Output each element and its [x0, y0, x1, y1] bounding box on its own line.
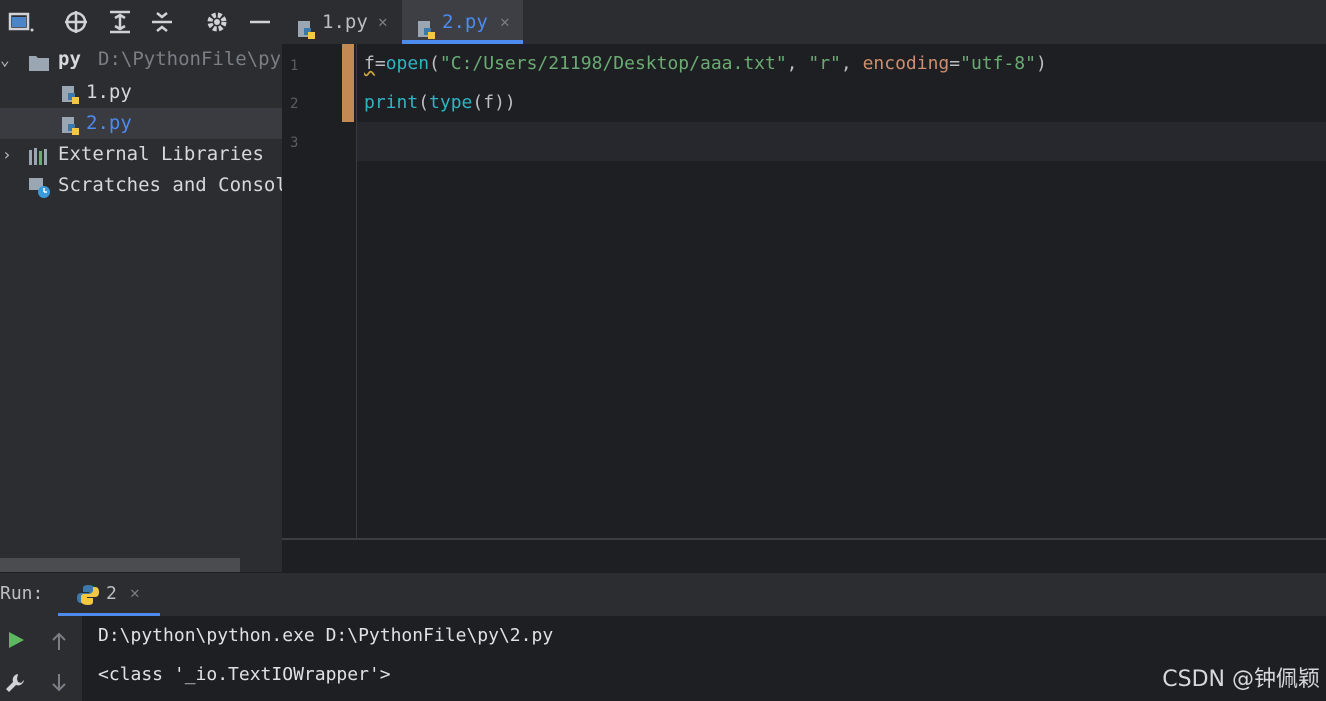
- code-token: f: [364, 53, 375, 74]
- code-token: "C:/Users/21198/Desktop/aaa.txt": [439, 53, 787, 74]
- collapse-all-icon[interactable]: [148, 8, 176, 36]
- tree-item-1py[interactable]: 1.py: [0, 77, 282, 108]
- code-line[interactable]: f=open("C:/Users/21198/Desktop/aaa.txt",…: [364, 53, 1047, 74]
- console-line: <class '_io.TextIOWrapper'>: [98, 664, 391, 685]
- scratches-icon: [28, 177, 50, 198]
- tree-item-label: External Libraries: [58, 143, 264, 165]
- settings-gear-icon[interactable]: [203, 8, 231, 36]
- tab-1py[interactable]: 1.py ✕: [282, 0, 402, 44]
- chevron-right-icon[interactable]: ›: [2, 139, 18, 170]
- vcs-change-marker[interactable]: [342, 44, 354, 122]
- python-file-icon: [60, 84, 80, 104]
- project-tree: ⌄ py D:\PythonFile\py 1.py 2.py › Extern…: [0, 44, 282, 558]
- tree-item-label: Scratches and Consoles: [58, 174, 282, 196]
- run-panel-label: Run:: [0, 583, 44, 604]
- code-token: (: [429, 53, 440, 74]
- python-file-icon: [60, 115, 80, 135]
- run-actions-bar: [0, 616, 38, 701]
- python-icon: [76, 583, 100, 612]
- minimize-icon[interactable]: [246, 8, 274, 36]
- tree-item-label: 2.py: [86, 112, 132, 134]
- python-file-icon: [416, 12, 436, 39]
- code-token: encoding: [862, 53, 950, 74]
- console-line: D:\python\python.exe D:\PythonFile\py\2.…: [98, 625, 554, 646]
- run-scroll-actions: [38, 616, 83, 701]
- close-icon[interactable]: ✕: [500, 0, 510, 44]
- tree-item-label: py: [58, 48, 81, 70]
- run-tab[interactable]: 2 ✕: [58, 573, 160, 617]
- code-token: "utf-8": [960, 53, 1036, 74]
- locate-icon[interactable]: [62, 8, 90, 36]
- watermark: CSDN @钟佩颖: [1162, 667, 1320, 692]
- close-icon[interactable]: ✕: [378, 0, 388, 44]
- arrow-up-icon[interactable]: [49, 630, 69, 657]
- run-panel-header: Run: 2 ✕: [0, 572, 1326, 617]
- code-token: =: [374, 53, 386, 74]
- tab-label: 2.py: [442, 11, 488, 33]
- editor-bottom-area: [282, 538, 1326, 574]
- code-token: ,: [786, 53, 809, 74]
- wrench-icon[interactable]: [4, 672, 26, 699]
- code-token: =: [949, 53, 961, 74]
- project-view-icon[interactable]: [6, 8, 34, 36]
- code-token: (: [418, 92, 430, 113]
- tree-item-2py[interactable]: 2.py: [0, 108, 282, 139]
- code-token: ): [1035, 53, 1047, 74]
- arrow-down-icon[interactable]: [49, 672, 69, 699]
- code-token: ,: [840, 53, 863, 74]
- folder-icon: [28, 51, 49, 71]
- code-token: print: [364, 92, 419, 113]
- current-line-highlight: [356, 122, 1326, 161]
- line-number: 1: [290, 58, 299, 74]
- project-toolbar: [0, 0, 282, 44]
- chevron-down-icon[interactable]: ⌄: [0, 44, 16, 75]
- close-icon[interactable]: ✕: [130, 583, 140, 602]
- code-token: "r": [808, 53, 841, 74]
- code-line[interactable]: print(type(f)): [364, 92, 516, 113]
- code-token: type: [429, 92, 473, 113]
- libraries-icon: [28, 146, 48, 165]
- tree-item-external-libraries[interactable]: › External Libraries: [0, 139, 282, 170]
- run-tab-label: 2: [106, 583, 117, 604]
- tab-2py[interactable]: 2.py ✕: [402, 0, 523, 44]
- code-editor[interactable]: [282, 44, 1326, 538]
- tree-item-label: 1.py: [86, 81, 132, 103]
- expand-all-icon[interactable]: [106, 8, 134, 36]
- tree-horizontal-scrollbar[interactable]: [0, 558, 240, 572]
- code-token: open: [385, 53, 430, 74]
- tree-item-scratches[interactable]: Scratches and Consoles: [0, 170, 282, 201]
- editor-tab-bar: 1.py ✕ 2.py ✕: [282, 0, 1326, 45]
- rerun-play-icon[interactable]: [6, 630, 26, 655]
- tree-item-py-folder[interactable]: ⌄ py D:\PythonFile\py: [0, 44, 282, 75]
- python-file-icon: [296, 12, 316, 39]
- tree-item-path: D:\PythonFile\py: [98, 48, 282, 70]
- line-number: 3: [290, 135, 299, 151]
- code-token: (f)): [472, 92, 516, 113]
- tab-label: 1.py: [322, 11, 368, 33]
- line-number: 2: [290, 96, 299, 112]
